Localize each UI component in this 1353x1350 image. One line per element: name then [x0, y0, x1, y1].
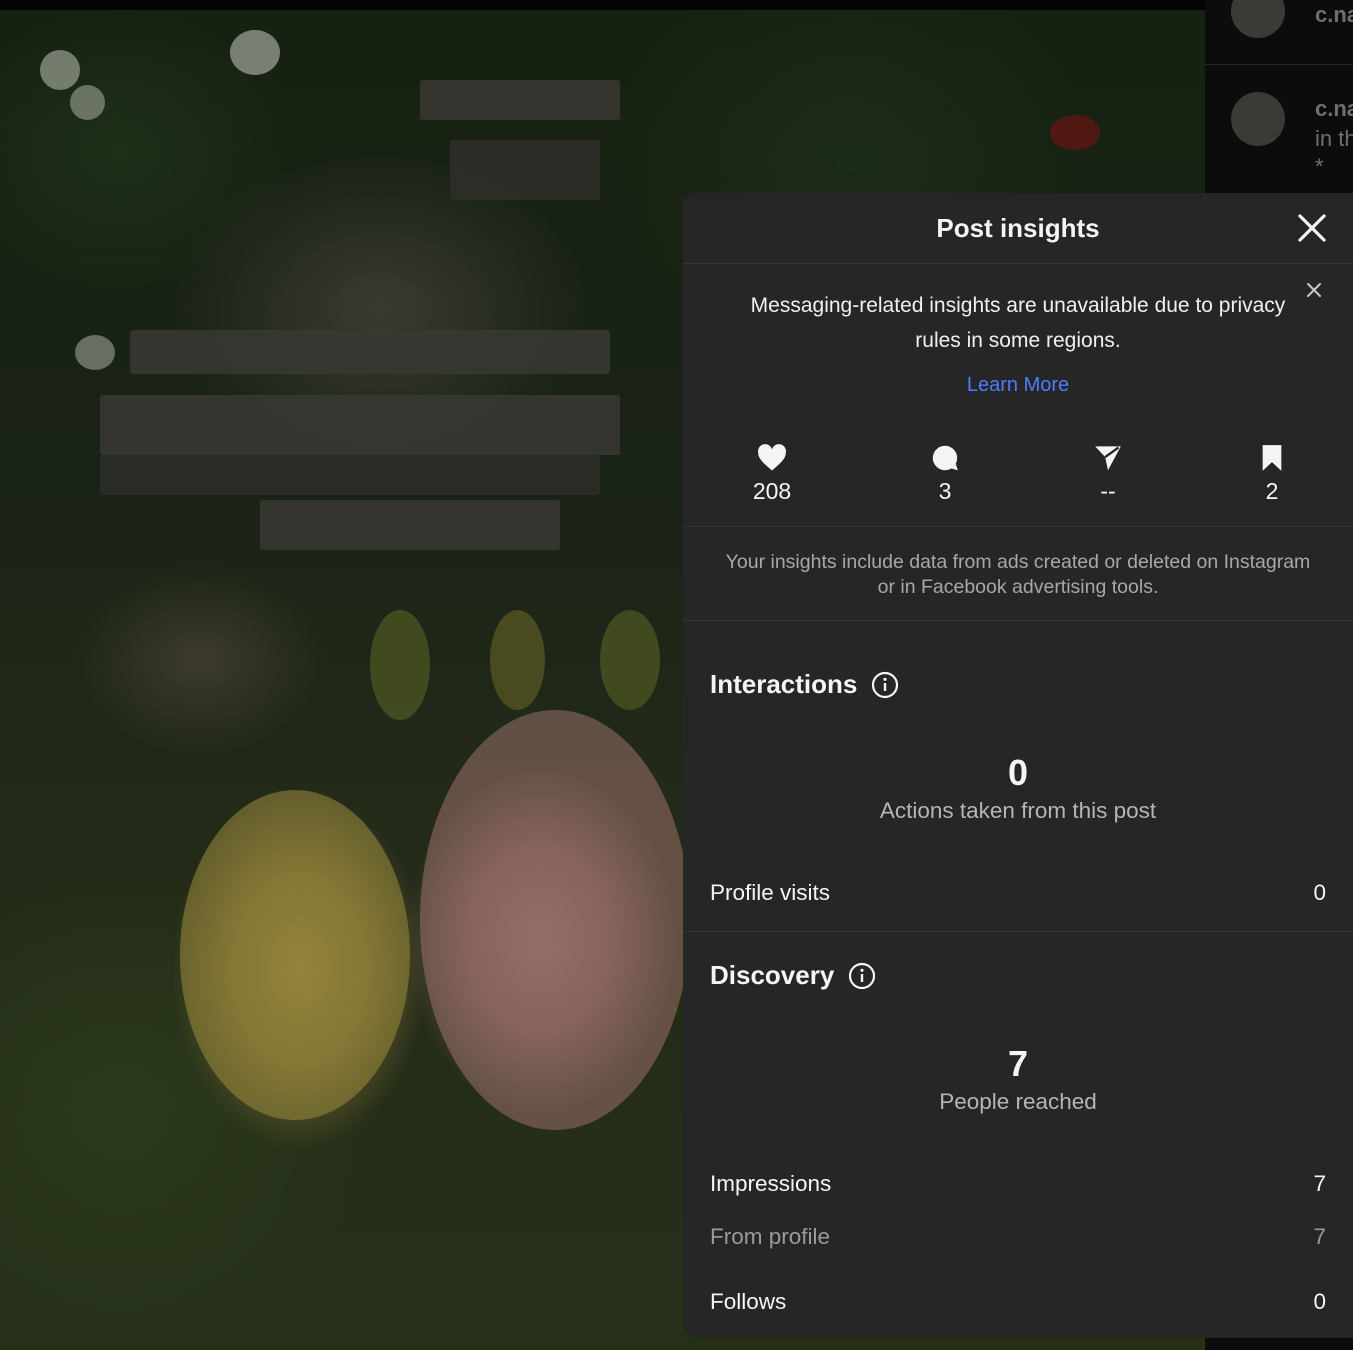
info-icon[interactable]	[871, 671, 899, 699]
impressions-value: 7	[1313, 1171, 1326, 1196]
profile-visits-label: Profile visits	[710, 880, 831, 905]
comment-username[interactable]: c.na	[1315, 96, 1353, 122]
engagement-stats: 208 3 -- 2	[683, 444, 1353, 527]
comments-count: 3	[938, 478, 952, 504]
people-reached-label: People reached	[939, 1089, 1097, 1114]
shares-count: --	[1100, 478, 1116, 504]
interactions-heading: Interactions	[710, 669, 899, 700]
comments-stat: 3	[885, 444, 1005, 505]
section-divider	[683, 931, 1353, 932]
dismiss-notice-icon[interactable]	[1303, 279, 1325, 301]
insights-body: Interactions 0 Actions taken from this p…	[683, 641, 1353, 1338]
photo-step	[260, 500, 560, 550]
white-flower	[40, 50, 80, 90]
follows-label: Follows	[710, 1289, 787, 1314]
red-flower	[1050, 115, 1100, 150]
white-flower	[230, 30, 280, 75]
learn-more-link[interactable]: Learn More	[683, 374, 1353, 397]
from-profile-label: From profile	[710, 1224, 831, 1249]
impressions-label: Impressions	[710, 1171, 832, 1196]
likes-count: 208	[752, 478, 792, 504]
ads-note: Your insights include data from ads crea…	[683, 527, 1353, 621]
interactions-total-label: Actions taken from this post	[879, 798, 1157, 823]
photo-step	[130, 330, 610, 374]
people-reached-count: 7	[1007, 1043, 1029, 1084]
white-flower	[75, 335, 115, 370]
pink-rose	[420, 710, 690, 1130]
photo-step	[100, 395, 620, 455]
ads-note-text: Your insights include data from ads crea…	[725, 551, 1311, 598]
photo-step	[420, 80, 620, 120]
info-icon[interactable]	[848, 962, 876, 990]
top-bar	[0, 0, 1205, 10]
messaging-notice: Messaging-related insights are unavailab…	[683, 264, 1353, 444]
comment-row[interactable]: c.na in th *	[1205, 90, 1353, 210]
comment-icon	[932, 445, 958, 471]
saves-count: 2	[1265, 478, 1279, 504]
photo-step	[100, 455, 600, 495]
heart-icon	[758, 444, 786, 471]
saves-stat: 2	[1212, 444, 1332, 505]
likes-stat: 208	[712, 444, 832, 505]
bookmark-icon	[1262, 445, 1282, 471]
comment-row[interactable]: c.na	[1205, 0, 1353, 65]
discovery-title: Discovery	[710, 960, 835, 990]
interactions-title: Interactions	[710, 669, 858, 699]
follows-value: 0	[1313, 1289, 1326, 1314]
from-profile-value: 7	[1313, 1224, 1326, 1249]
white-flower	[70, 85, 105, 120]
rose-bud	[600, 610, 660, 710]
comment-username[interactable]: c.na	[1315, 2, 1353, 28]
share-icon	[1095, 446, 1121, 471]
discovery-heading: Discovery	[710, 960, 876, 991]
divider	[1205, 64, 1353, 65]
avatar[interactable]	[1231, 0, 1285, 38]
comment-text-extra: *	[1315, 154, 1324, 179]
avatar[interactable]	[1231, 92, 1285, 146]
rose-bud	[490, 610, 545, 710]
interactions-total: 0	[1007, 752, 1029, 793]
profile-visits-value: 0	[1313, 880, 1326, 905]
photo-step	[450, 140, 600, 200]
close-icon[interactable]	[1295, 211, 1329, 245]
modal-header: Post insights	[683, 193, 1353, 264]
modal-title: Post insights	[936, 213, 1100, 243]
shares-stat: --	[1048, 444, 1168, 505]
post-insights-modal: Post insights Messaging-related insights…	[683, 193, 1353, 1338]
comment-text: in th	[1315, 126, 1353, 151]
notice-text: Messaging-related insights are unavailab…	[750, 294, 1286, 352]
rose-bud	[370, 610, 430, 720]
yellow-rose	[180, 790, 410, 1120]
